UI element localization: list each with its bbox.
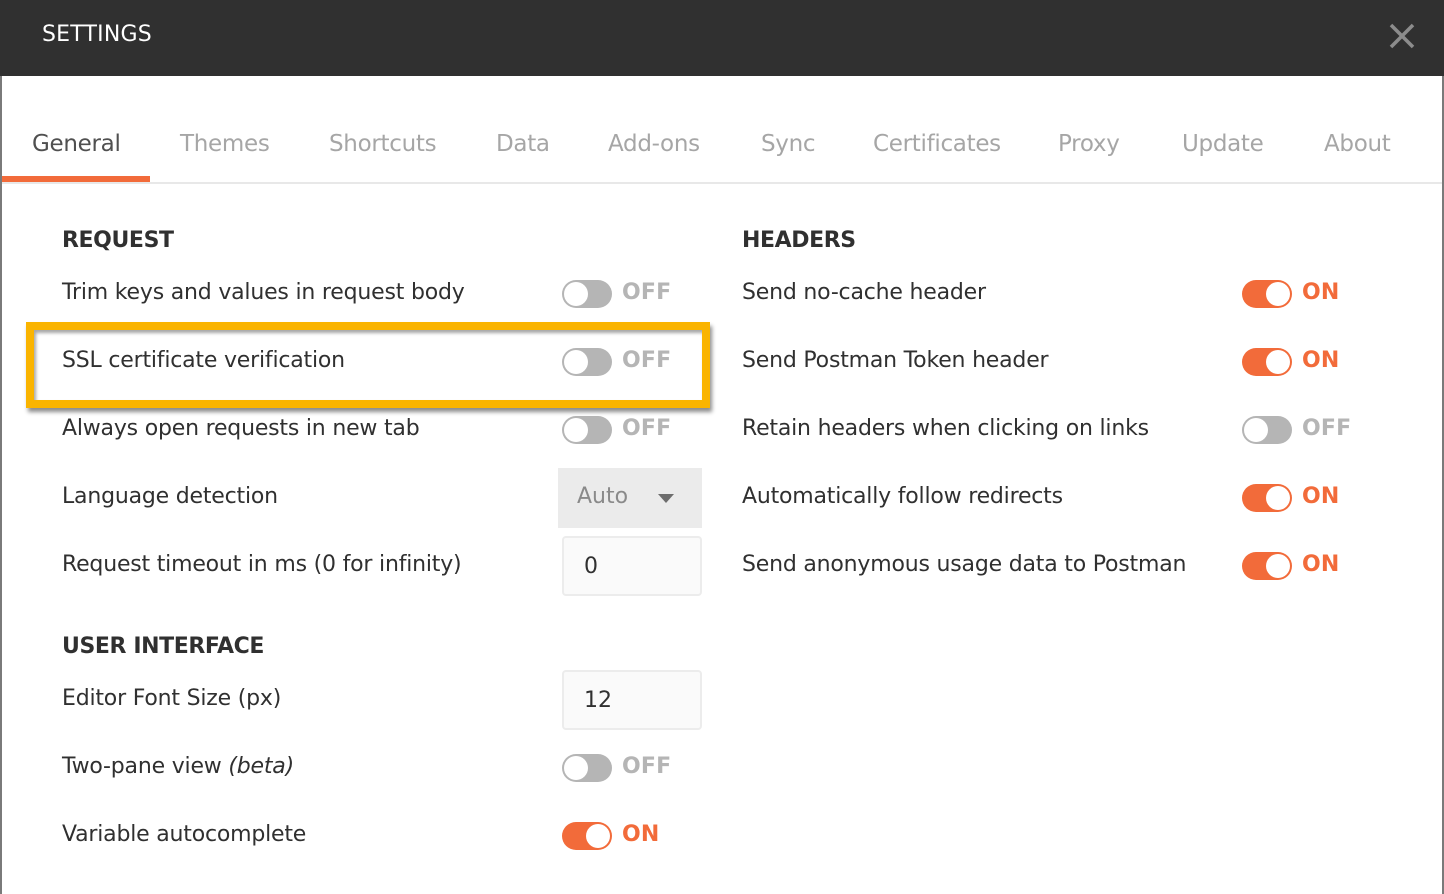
open-new-tab-label: Always open requests in new tab	[62, 416, 420, 441]
trim-keys-label: Trim keys and values in request body	[62, 280, 465, 305]
anonymous-usage-label: Send anonymous usage data to Postman	[742, 552, 1187, 577]
retain-headers-label: Retain headers when clicking on links	[742, 416, 1149, 441]
follow-redirects-state: ON	[1302, 484, 1340, 509]
close-icon	[1389, 23, 1415, 49]
language-detection-label: Language detection	[62, 484, 278, 509]
no-cache-label: Send no-cache header	[742, 280, 986, 305]
postman-token-toggle[interactable]	[1242, 348, 1292, 376]
editor-font-size-input[interactable]	[562, 670, 702, 730]
open-new-tab-toggle[interactable]	[562, 416, 612, 444]
open-new-tab-state: OFF	[622, 416, 672, 441]
two-pane-label-text: Two-pane view	[62, 754, 229, 779]
editor-font-size-label: Editor Font Size (px)	[62, 686, 282, 711]
toggle-knob	[564, 418, 588, 442]
retain-headers-state: OFF	[1302, 416, 1352, 441]
toggle-knob	[586, 824, 610, 848]
tab-data[interactable]: Data	[496, 131, 550, 157]
follow-redirects-label: Automatically follow redirects	[742, 484, 1063, 509]
language-detection-select[interactable]: Auto	[558, 468, 702, 528]
close-button[interactable]	[1386, 20, 1418, 52]
tab-sync[interactable]: Sync	[761, 131, 816, 157]
two-pane-label: Two-pane view (beta)	[62, 754, 294, 779]
ssl-verification-state: OFF	[622, 348, 672, 373]
tab-shortcuts[interactable]: Shortcuts	[329, 131, 437, 157]
retain-headers-toggle[interactable]	[1242, 416, 1292, 444]
trim-keys-state: OFF	[622, 280, 672, 305]
postman-token-label: Send Postman Token header	[742, 348, 1049, 373]
ssl-verification-label: SSL certificate verification	[62, 348, 345, 373]
language-detection-value: Auto	[577, 484, 629, 509]
request-section-title: REQUEST	[62, 228, 174, 253]
tab-proxy[interactable]: Proxy	[1058, 131, 1120, 157]
variable-autocomplete-state: ON	[622, 822, 660, 847]
toggle-knob	[1266, 282, 1290, 306]
user-interface-section-title: USER INTERFACE	[62, 634, 265, 659]
follow-redirects-toggle[interactable]	[1242, 484, 1292, 512]
trim-keys-toggle[interactable]	[562, 280, 612, 308]
postman-token-state: ON	[1302, 348, 1340, 373]
settings-titlebar: SETTINGS	[0, 0, 1444, 76]
active-tab-indicator	[2, 176, 150, 182]
tab-themes[interactable]: Themes	[180, 131, 270, 157]
headers-section-title: HEADERS	[742, 228, 856, 253]
toggle-knob	[1266, 486, 1290, 510]
toggle-knob	[1266, 554, 1290, 578]
anonymous-usage-toggle[interactable]	[1242, 552, 1292, 580]
variable-autocomplete-toggle[interactable]	[562, 822, 612, 850]
toggle-knob	[1244, 418, 1268, 442]
two-pane-toggle[interactable]	[562, 754, 612, 782]
tab-general[interactable]: General	[32, 131, 121, 157]
tab-add-ons[interactable]: Add-ons	[608, 131, 700, 157]
no-cache-toggle[interactable]	[1242, 280, 1292, 308]
toggle-knob	[564, 282, 588, 306]
ssl-verification-toggle[interactable]	[562, 348, 612, 376]
no-cache-state: ON	[1302, 280, 1340, 305]
anonymous-usage-state: ON	[1302, 552, 1340, 577]
two-pane-beta-tag: (beta)	[228, 754, 294, 779]
request-timeout-input[interactable]	[562, 536, 702, 596]
caret-down-icon	[658, 494, 674, 503]
toggle-knob	[564, 350, 588, 374]
request-timeout-label: Request timeout in ms (0 for infinity)	[62, 552, 462, 577]
variable-autocomplete-label: Variable autocomplete	[62, 822, 307, 847]
toggle-knob	[564, 756, 588, 780]
toggle-knob	[1266, 350, 1290, 374]
tab-about[interactable]: About	[1324, 131, 1391, 157]
dialog-title: SETTINGS	[42, 22, 152, 47]
two-pane-state: OFF	[622, 754, 672, 779]
tab-update[interactable]: Update	[1182, 131, 1264, 157]
tab-certificates[interactable]: Certificates	[873, 131, 1001, 157]
settings-tabs: General Themes Shortcuts Data Add-ons Sy…	[2, 76, 1442, 184]
